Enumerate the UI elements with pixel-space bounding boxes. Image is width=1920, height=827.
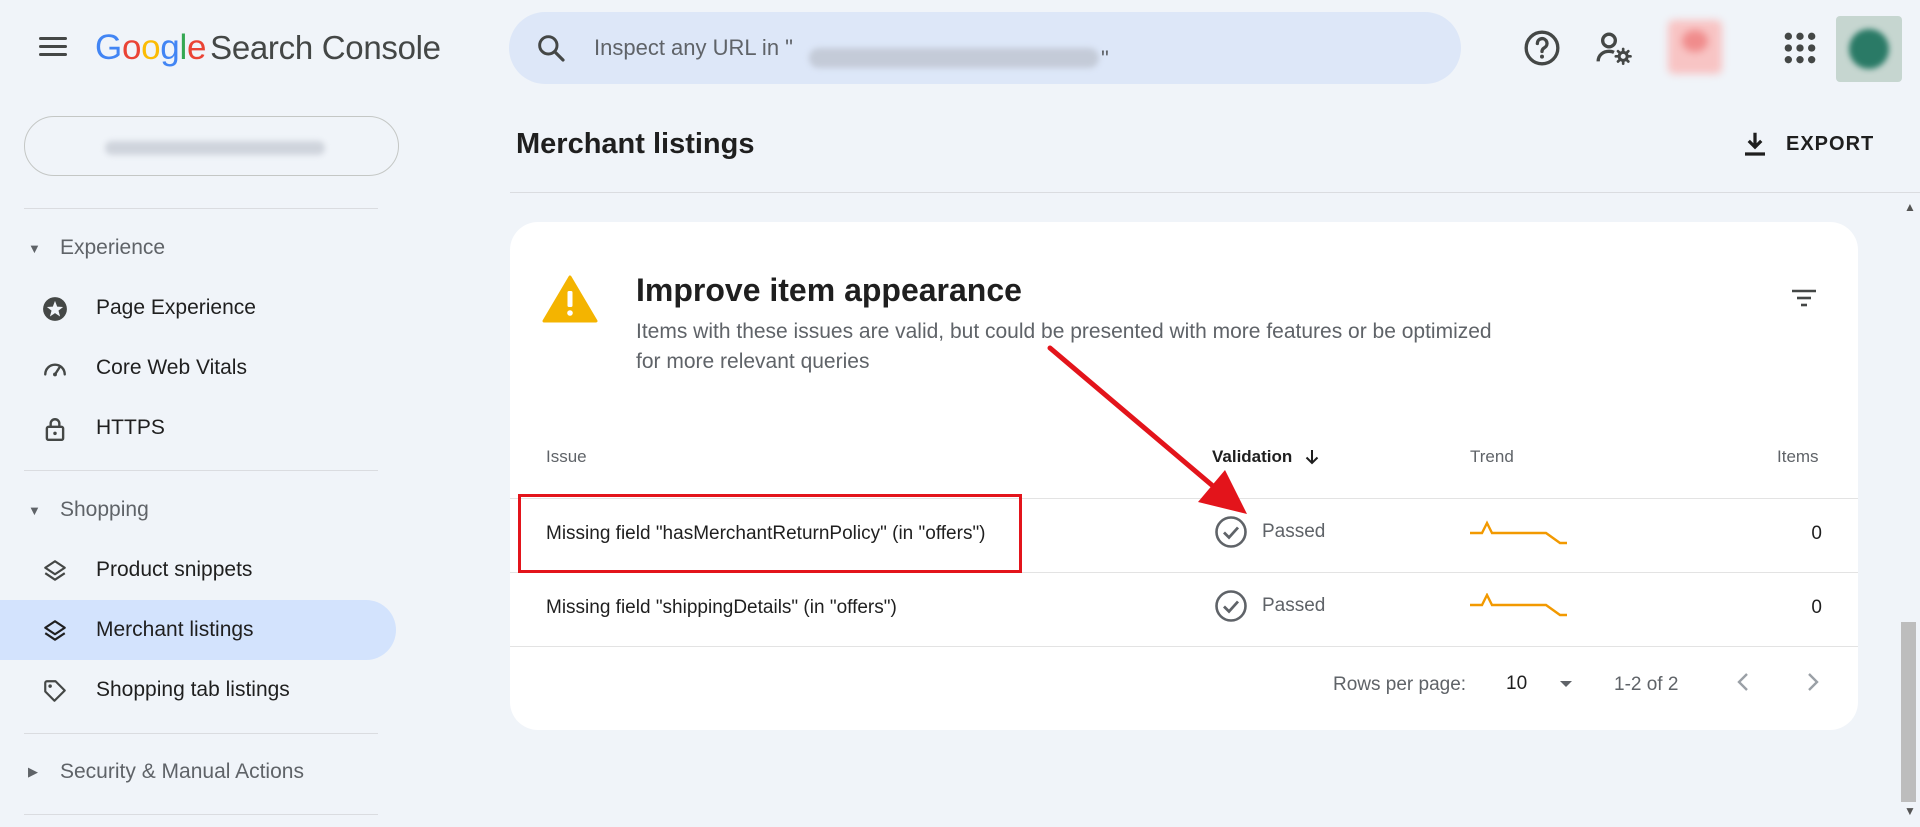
redacted-account-badge[interactable] bbox=[1668, 20, 1722, 74]
page-title: Merchant listings bbox=[516, 128, 755, 160]
sidebar-item-label: HTTPS bbox=[96, 416, 165, 439]
main-menu-button[interactable] bbox=[36, 32, 70, 62]
sidebar-item-page-experience[interactable]: Page Experience bbox=[0, 278, 396, 338]
rows-per-page-value: 10 bbox=[1506, 673, 1528, 694]
tag-icon bbox=[44, 680, 66, 702]
arrow-down-icon bbox=[1306, 450, 1319, 465]
help-icon[interactable] bbox=[1522, 28, 1562, 68]
table-divider bbox=[510, 646, 1858, 647]
header-divider bbox=[510, 192, 1920, 193]
items-count: 0 bbox=[1811, 523, 1822, 544]
issues-card: Improve item appearance Items with these… bbox=[510, 222, 1858, 730]
url-inspection-search[interactable]: " bbox=[509, 12, 1461, 84]
page-scrollbar[interactable]: ▲ ▼ bbox=[1898, 196, 1920, 827]
filter-icon[interactable] bbox=[1788, 284, 1820, 312]
sidebar-item-merchant-listings[interactable]: Merchant listings bbox=[0, 600, 396, 660]
logo-letter: o bbox=[121, 28, 142, 67]
export-label: EXPORT bbox=[1786, 132, 1875, 155]
sidebar-item-label: Core Web Vitals bbox=[96, 356, 247, 379]
product-name: Search Console bbox=[210, 29, 441, 66]
page-experience-icon bbox=[43, 297, 67, 321]
export-button[interactable]: EXPORT bbox=[1740, 124, 1874, 164]
redacted-property-name bbox=[105, 141, 325, 155]
rows-per-page-select[interactable]: 10 bbox=[1496, 662, 1586, 706]
sidebar-item-https[interactable]: HTTPS bbox=[0, 398, 396, 458]
annotation-highlight-box bbox=[518, 494, 1022, 573]
sidebar-item-label: Page Experience bbox=[96, 296, 256, 319]
check-circle-icon bbox=[1215, 590, 1247, 622]
section-label: Security & Manual Actions bbox=[60, 760, 304, 783]
column-header-label: Validation bbox=[1212, 447, 1293, 466]
sidebar: ▼ Experience Page Experience Core Web Vi… bbox=[0, 100, 400, 827]
sidebar-section-security[interactable]: ▶ Security & Manual Actions bbox=[28, 752, 304, 792]
property-selector[interactable] bbox=[24, 116, 399, 176]
validation-label: Passed bbox=[1262, 521, 1326, 542]
sidebar-item-product-snippets[interactable]: Product snippets bbox=[0, 540, 396, 600]
validation-label: Passed bbox=[1262, 595, 1326, 616]
issue-name: Missing field "shippingDetails" (in "off… bbox=[546, 597, 897, 618]
layers-icon bbox=[44, 620, 66, 641]
validation-status: Passed bbox=[1214, 589, 1325, 623]
column-header-trend: Trend bbox=[1470, 447, 1514, 466]
hamburger-icon bbox=[39, 37, 67, 40]
avatar[interactable] bbox=[1836, 16, 1902, 82]
sidebar-divider bbox=[24, 470, 378, 471]
download-icon bbox=[1745, 132, 1765, 156]
validation-status: Passed bbox=[1214, 515, 1325, 549]
trend-sparkline bbox=[1470, 593, 1567, 617]
rows-per-page-label: Rows per page: bbox=[1333, 674, 1467, 695]
sidebar-item-core-web-vitals[interactable]: Core Web Vitals bbox=[0, 338, 396, 398]
previous-page-icon[interactable] bbox=[1724, 662, 1764, 702]
table-row[interactable]: Missing field "shippingDetails" (in "off… bbox=[510, 573, 1858, 645]
card-title: Improve item appearance bbox=[636, 272, 1022, 308]
search-icon bbox=[538, 35, 565, 62]
dropdown-arrow-icon bbox=[1560, 681, 1572, 687]
sidebar-section-experience[interactable]: ▼ Experience bbox=[28, 228, 165, 268]
caret-right-icon: ▶ bbox=[28, 764, 38, 779]
check-circle-icon bbox=[1215, 516, 1247, 548]
top-bar: GoogleSearch Console " bbox=[0, 0, 1920, 100]
section-label: Shopping bbox=[60, 498, 149, 521]
sidebar-item-label: Merchant listings bbox=[96, 618, 254, 641]
sidebar-item-shopping-tab-listings[interactable]: Shopping tab listings bbox=[0, 660, 396, 720]
sidebar-item-label: Product snippets bbox=[96, 558, 253, 581]
sidebar-divider bbox=[24, 733, 378, 734]
sidebar-section-shopping[interactable]: ▼ Shopping bbox=[28, 490, 149, 530]
next-page-icon[interactable] bbox=[1792, 662, 1832, 702]
warning-icon bbox=[542, 275, 598, 323]
sidebar-divider bbox=[24, 814, 378, 815]
lock-icon bbox=[45, 418, 65, 442]
column-header-issue[interactable]: Issue bbox=[546, 447, 587, 467]
card-description: Items with these issues are valid, but c… bbox=[636, 320, 1492, 373]
sidebar-item-label: Shopping tab listings bbox=[96, 678, 290, 701]
column-header-items[interactable]: Items bbox=[1777, 447, 1819, 467]
manage-users-icon[interactable] bbox=[1594, 28, 1634, 68]
sidebar-divider bbox=[24, 208, 378, 209]
logo-letter: l bbox=[179, 28, 187, 67]
logo-letter: g bbox=[160, 28, 180, 67]
scroll-down-icon[interactable]: ▼ bbox=[1904, 804, 1916, 818]
caret-down-icon: ▼ bbox=[28, 240, 41, 256]
google-apps-icon[interactable] bbox=[1780, 28, 1820, 68]
column-header-validation[interactable]: Validation bbox=[1212, 447, 1322, 467]
search-placeholder-end: " bbox=[1101, 46, 1109, 71]
logo-letter: G bbox=[95, 28, 122, 67]
pagination-range: 1-2 of 2 bbox=[1614, 674, 1679, 695]
redacted-property-url bbox=[809, 48, 1099, 68]
scroll-up-icon[interactable]: ▲ bbox=[1904, 200, 1916, 214]
hamburger-icon-line bbox=[39, 45, 67, 48]
items-count: 0 bbox=[1811, 597, 1822, 618]
hamburger-icon-line bbox=[39, 53, 67, 56]
caret-down-icon: ▼ bbox=[28, 502, 41, 518]
gauge-icon bbox=[44, 363, 66, 377]
search-console-logo[interactable]: Google Search Console bbox=[95, 28, 441, 68]
layers-icon bbox=[44, 560, 66, 581]
section-label: Experience bbox=[60, 236, 166, 259]
scrollbar-thumb[interactable] bbox=[1901, 622, 1916, 802]
trend-sparkline bbox=[1470, 520, 1567, 545]
logo-letter: o bbox=[141, 28, 161, 67]
logo-letter: e bbox=[186, 28, 207, 67]
